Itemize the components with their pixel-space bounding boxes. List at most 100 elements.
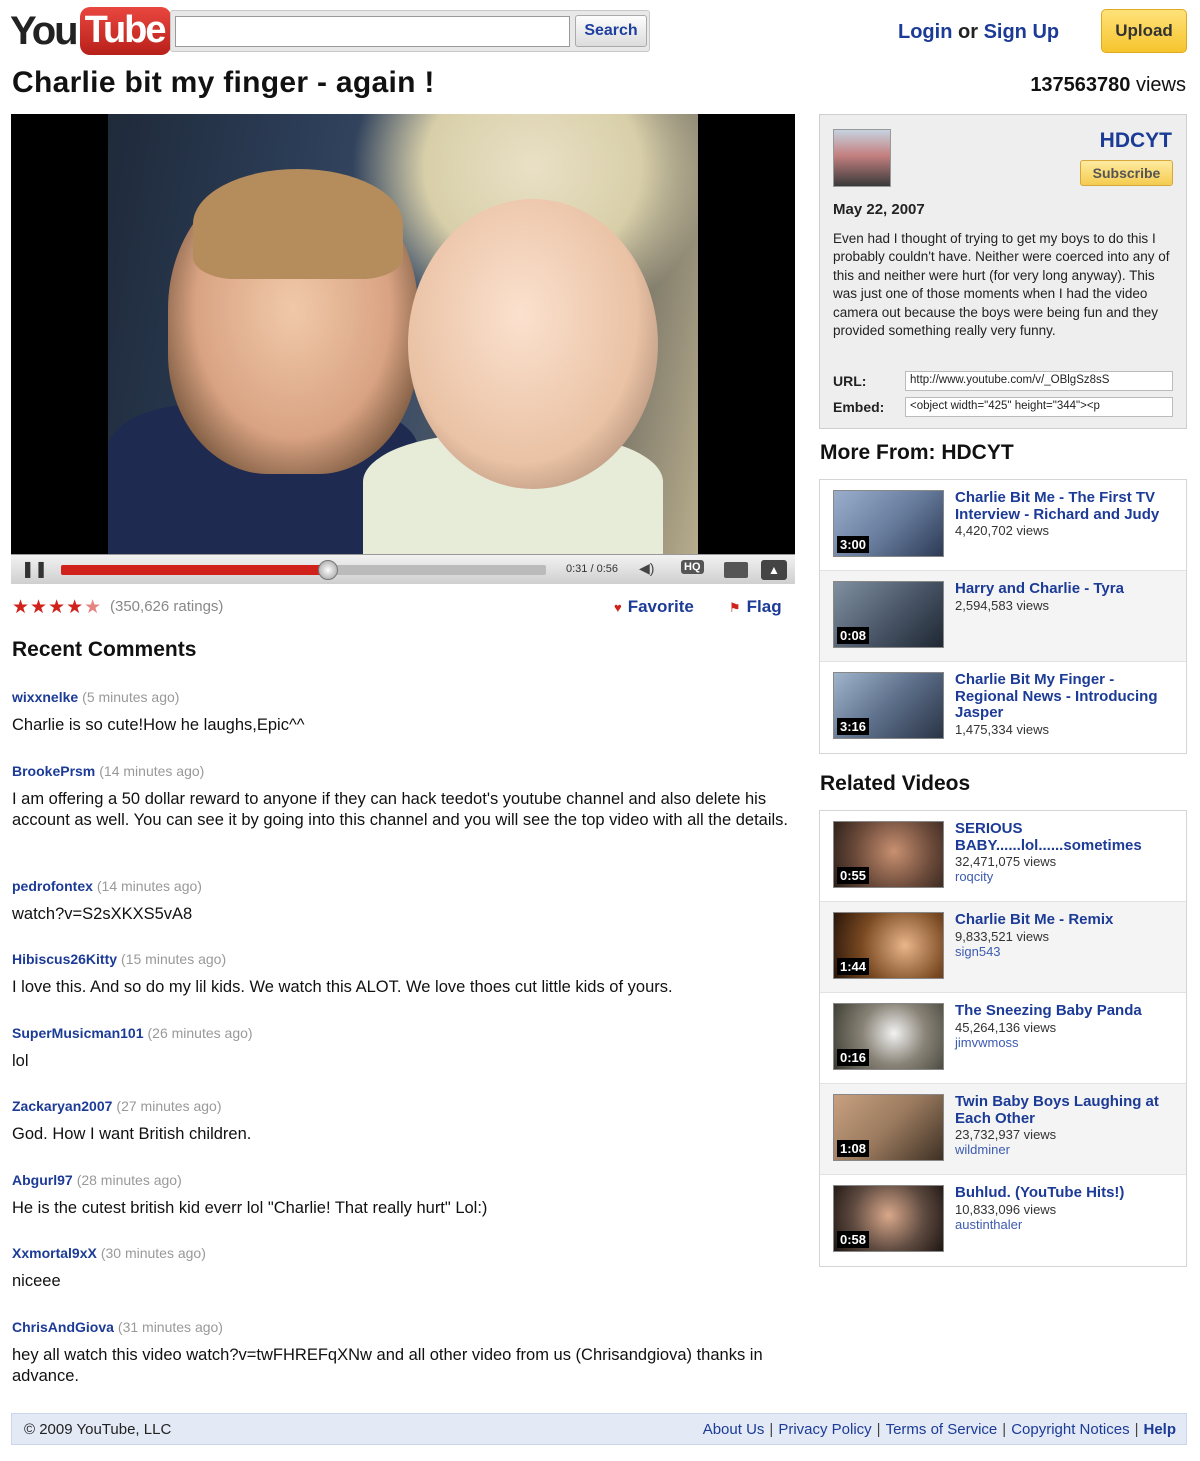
video-uploader[interactable]: sign543	[955, 944, 1177, 959]
video-title-link[interactable]: Twin Baby Boys Laughing at Each Other	[955, 1093, 1177, 1127]
video-views: 1,475,334 views	[955, 721, 1049, 737]
video-uploader[interactable]: wildminer	[955, 1142, 1177, 1157]
video-thumbnail[interactable]: 1:08	[833, 1094, 944, 1161]
rating-stars[interactable]: ★★★★★	[12, 596, 102, 619]
volume-icon[interactable]: ◀)	[639, 560, 654, 577]
more-from-list: 3:00 Charlie Bit Me - The First TV Inter…	[819, 479, 1187, 754]
video-player[interactable]: ❚❚ 0:31 / 0:56 ◀) HQ ▲	[11, 114, 795, 584]
comment-time: (14 minutes ago)	[96, 878, 202, 894]
footer: © 2009 YouTube, LLC About Us | Privacy Pol…	[11, 1413, 1187, 1445]
video-title-link[interactable]: Buhlud. (YouTube Hits!)	[955, 1184, 1177, 1202]
video-title-link[interactable]: Harry and Charlie - Tyra	[955, 580, 1177, 598]
video-duration: 1:08	[837, 1140, 870, 1157]
url-field[interactable]: http://www.youtube.com/v/_OBlgSz8sS	[905, 371, 1173, 391]
video-views: 32,471,075 views	[955, 854, 1057, 869]
comment-time: (15 minutes ago)	[121, 951, 227, 967]
comment-author[interactable]: Hibiscus26Kitty	[12, 951, 117, 967]
footer-link-privacy[interactable]: Privacy Policy	[778, 1421, 871, 1438]
video-thumbnail[interactable]: 1:44	[833, 912, 944, 979]
favorite-button[interactable]: ♥ Favorite	[614, 597, 694, 617]
video-list-item[interactable]: 0:08 Harry and Charlie - Tyra 2,594,583 v…	[820, 571, 1186, 662]
flag-icon: ⚑	[729, 600, 741, 615]
video-views: 9,833,521 views	[955, 928, 1049, 944]
comment-author[interactable]: ChrisAndGiova	[12, 1319, 114, 1335]
footer-link-about[interactable]: About Us	[703, 1421, 765, 1438]
video-views: 4,420,702 views	[955, 523, 1049, 538]
view-count: 137563780 views	[1030, 74, 1186, 97]
subscribe-button[interactable]: Subscribe	[1080, 160, 1173, 186]
video-list-item[interactable]: 0:16 The Sneezing Baby Panda 45,264,136 v…	[820, 993, 1186, 1084]
footer-separator: |	[876, 1421, 881, 1438]
footer-separator: |	[769, 1421, 774, 1438]
heart-icon: ♥	[614, 600, 622, 615]
pause-icon[interactable]: ❚❚	[21, 559, 48, 579]
related-videos-heading: Related Videos	[820, 772, 971, 795]
video-thumbnail[interactable]: 0:55	[833, 821, 944, 888]
search-button[interactable]: Search	[575, 15, 647, 47]
related-videos-list: 0:55 SERIOUS BABY......lol......sometime…	[819, 810, 1187, 1267]
progress-handle[interactable]	[317, 560, 338, 580]
video-list-item[interactable]: 0:58 Buhlud. (YouTube Hits!) 10,833,096 v…	[820, 1175, 1186, 1266]
comment-text: I am offering a 50 dollar reward to anyo…	[12, 790, 788, 829]
search-bar: Search	[170, 10, 650, 52]
video-uploader[interactable]: roqcity	[955, 869, 1177, 884]
more-from-heading: More From: HDCYT	[820, 441, 1014, 464]
video-thumbnail[interactable]: 0:16	[833, 1003, 944, 1070]
channel-name[interactable]: HDCYT	[1100, 129, 1172, 153]
upload-button[interactable]: Upload	[1101, 9, 1187, 53]
progress-bar[interactable]	[61, 560, 546, 580]
footer-link-copyright[interactable]: Copyright Notices	[1011, 1421, 1129, 1438]
footer-link-terms[interactable]: Terms of Service	[886, 1421, 998, 1438]
comment-text: He is the cutest british kid everr lol "…	[12, 1199, 488, 1217]
favorite-label: Favorite	[627, 597, 694, 616]
comment: Hibiscus26Kitty (15 minutes ago) I love t…	[12, 951, 792, 998]
video-title-link[interactable]: Charlie Bit My Finger - Regional News - …	[955, 671, 1177, 722]
fullscreen-icon[interactable]: ▲	[761, 560, 787, 580]
video-thumbnail[interactable]: 0:08	[833, 581, 944, 648]
upload-date: May 22, 2007	[833, 201, 925, 218]
video-list-item[interactable]: 0:55 SERIOUS BABY......lol......sometime…	[820, 811, 1186, 902]
video-thumbnail[interactable]: 3:16	[833, 672, 944, 739]
video-thumbnail[interactable]: 3:00	[833, 490, 944, 557]
video-views: 10,833,096 views	[955, 1201, 1057, 1217]
logo-tube-text: Tube	[79, 7, 171, 55]
comment-author[interactable]: Xxmortal9xX	[12, 1245, 97, 1261]
popout-icon[interactable]	[724, 562, 748, 578]
video-title-link[interactable]: The Sneezing Baby Panda	[955, 1002, 1177, 1020]
comment-author[interactable]: BrookePrsm	[12, 763, 95, 779]
signup-link[interactable]: Sign Up	[984, 21, 1060, 43]
player-controls: ❚❚ 0:31 / 0:56 ◀) HQ ▲	[11, 554, 795, 584]
video-thumbnail[interactable]: 0:58	[833, 1185, 944, 1252]
login-link[interactable]: Login	[898, 21, 952, 43]
video-title-link[interactable]: Charlie Bit Me - The First TV Interview …	[955, 489, 1177, 523]
video-title-link[interactable]: SERIOUS BABY......lol......sometimes	[955, 820, 1177, 854]
comment: ChrisAndGiova (31 minutes ago) hey all wa…	[12, 1319, 792, 1387]
comment-author[interactable]: wixxnelke	[12, 689, 78, 705]
footer-link-help[interactable]: Help	[1143, 1421, 1176, 1438]
youtube-logo[interactable]: You Tube	[10, 7, 171, 55]
video-list-item[interactable]: 1:44 Charlie Bit Me - Remix 9,833,521 vie…	[820, 902, 1186, 993]
video-list-item[interactable]: 1:08 Twin Baby Boys Laughing at Each Oth…	[820, 1084, 1186, 1175]
comment-author[interactable]: Abgurl97	[12, 1172, 73, 1188]
comment-text: watch?v=S2sXKXS5vA8	[12, 905, 193, 923]
video-uploader[interactable]: austinthaler	[955, 1217, 1177, 1232]
channel-avatar[interactable]	[833, 129, 891, 187]
video-uploader[interactable]: jimvwmoss	[955, 1035, 1177, 1050]
embed-field[interactable]: <object width="425" height="344"><p	[905, 397, 1173, 417]
auth-or-text: or	[958, 21, 978, 43]
search-input[interactable]	[175, 16, 570, 47]
flag-button[interactable]: ⚑ Flag	[729, 597, 782, 617]
hq-button[interactable]: HQ	[681, 560, 704, 574]
video-frame[interactable]	[108, 114, 698, 554]
video-list-item[interactable]: 3:16 Charlie Bit My Finger - Regional Ne…	[820, 662, 1186, 753]
url-label: URL:	[833, 373, 867, 389]
video-list-item[interactable]: 3:00 Charlie Bit Me - The First TV Inter…	[820, 480, 1186, 571]
rating-half-star: ★	[84, 597, 103, 618]
video-duration: 3:00	[837, 536, 870, 553]
comment-text: hey all watch this video watch?v=twFHREF…	[12, 1346, 763, 1385]
comment-author[interactable]: pedrofontex	[12, 878, 93, 894]
video-title-link[interactable]: Charlie Bit Me - Remix	[955, 911, 1177, 929]
video-title: Charlie bit my finger - again !	[12, 66, 435, 99]
comment-author[interactable]: Zackaryan2007	[12, 1098, 112, 1114]
comment-author[interactable]: SuperMusicman101	[12, 1025, 144, 1041]
